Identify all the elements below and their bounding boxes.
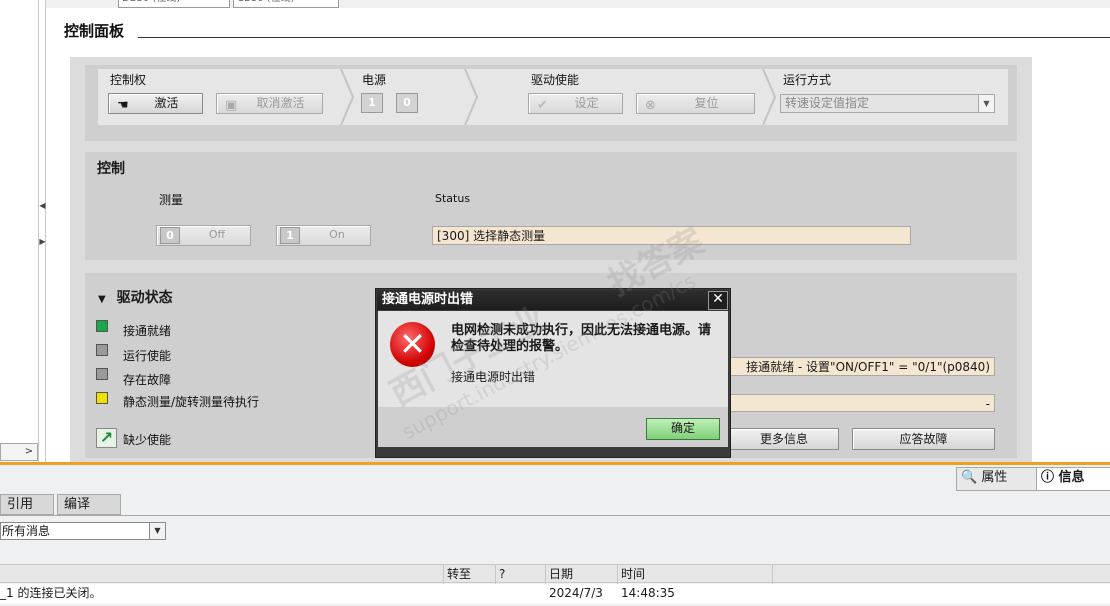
led-ready-to-switch-on bbox=[96, 320, 108, 332]
off-number: 0 bbox=[160, 227, 180, 244]
reset-label: 复位 bbox=[694, 96, 719, 110]
collapse-triangle-icon[interactable]: ▼ bbox=[98, 294, 106, 305]
measure-on-button[interactable]: 1 On bbox=[276, 225, 371, 246]
subtab-divider bbox=[0, 515, 1110, 516]
message-table-header: 转至 ? 日期 时间 bbox=[0, 564, 1110, 584]
tab-reference[interactable]: 引用 bbox=[0, 494, 54, 515]
power-off-button[interactable]: 0 bbox=[396, 93, 418, 113]
power-label: 电源 bbox=[362, 73, 387, 87]
arrow-up-right-icon[interactable]: ↗ bbox=[96, 428, 117, 448]
table-row[interactable]: _1 的连接已关闭。 2024/7/3 14:48:35 bbox=[0, 584, 1110, 604]
chevron-separator-1 bbox=[340, 69, 354, 125]
chevron-down-icon[interactable]: ▼ bbox=[149, 523, 165, 539]
dialog-bottom-edge bbox=[378, 447, 728, 456]
info-icon: ⓘ bbox=[1041, 470, 1055, 485]
row-message: _1 的连接已关闭。 bbox=[0, 586, 102, 600]
toolbar-field-1[interactable]: DB30 (在线) bbox=[118, 0, 230, 8]
power-on-button[interactable]: 1 bbox=[361, 93, 383, 113]
tab-info[interactable]: ⓘ 信息 bbox=[1036, 467, 1110, 491]
chevron-separator-2 bbox=[464, 69, 478, 125]
led-label-measurement: 静态测量/旋转测量待执行 bbox=[123, 395, 260, 409]
column-question[interactable]: ? bbox=[495, 565, 545, 584]
led-operation-enabled bbox=[96, 344, 108, 356]
reset-x-icon: ⊗ bbox=[645, 98, 656, 113]
activate-button[interactable]: ☚ 激活 bbox=[108, 93, 203, 114]
drive-enable-label: 驱动使能 bbox=[531, 73, 580, 87]
deactivate-label: 取消激活 bbox=[256, 96, 305, 110]
led-label-ready: 接通就绪 bbox=[123, 324, 172, 338]
measure-off-button[interactable]: 0 Off bbox=[156, 225, 251, 246]
dialog-detail: 接通电源时出错 bbox=[451, 370, 536, 384]
on-number: 1 bbox=[280, 227, 300, 244]
mode-label: 运行方式 bbox=[783, 73, 832, 87]
toolbar-field-2[interactable]: CB30 (在线) bbox=[233, 0, 339, 8]
top-toolbar: DB30 (在线) CB30 (在线) bbox=[0, 0, 1110, 8]
control-authority-label: 控制权 bbox=[110, 73, 147, 87]
page-title: 控制面板 bbox=[64, 22, 125, 40]
magnifier-icon: 🔍 bbox=[961, 470, 978, 485]
deactivate-button[interactable]: ▣ 取消激活 bbox=[216, 93, 323, 114]
mode-select[interactable]: 转速设定值指定 ▼ bbox=[780, 94, 995, 113]
message-filter-select[interactable]: 所有消息 ▼ bbox=[0, 522, 166, 540]
error-dialog: 接通电源时出错 ✕ ✕ 电网检测未成功执行，因此无法接通电源。请检查待处理的报警… bbox=[375, 288, 731, 458]
scroll-right-icon[interactable]: > bbox=[21, 444, 37, 460]
expand-right-icon[interactable]: ▶ bbox=[39, 235, 46, 249]
tab-compile[interactable]: 编译 bbox=[57, 494, 121, 515]
led-fault-present bbox=[96, 368, 108, 380]
column-time[interactable]: 时间 bbox=[617, 565, 772, 584]
horizontal-scrollbar[interactable]: > bbox=[0, 443, 38, 461]
ok-button[interactable]: 确定 bbox=[646, 418, 720, 440]
measure-label: 测量 bbox=[159, 193, 184, 207]
column-goto[interactable]: 转至 bbox=[443, 565, 495, 584]
set-label: 设定 bbox=[574, 96, 599, 110]
column-date[interactable]: 日期 bbox=[545, 565, 617, 584]
row-time: 14:48:35 bbox=[621, 586, 675, 600]
activate-label: 激活 bbox=[154, 96, 179, 110]
led-measurement-pending bbox=[96, 392, 108, 404]
column-empty bbox=[772, 565, 1110, 584]
off-label: Off bbox=[208, 228, 226, 241]
led-label-operation-enabled: 运行使能 bbox=[123, 349, 172, 363]
acknowledge-fault-button[interactable]: 应答故障 bbox=[852, 428, 995, 450]
more-info-button[interactable]: 更多信息 bbox=[729, 428, 839, 450]
status-label: Status bbox=[435, 192, 471, 205]
left-scroll-column: ◀ ▶ bbox=[0, 0, 46, 462]
close-icon[interactable]: ✕ bbox=[708, 291, 728, 310]
on-label: On bbox=[329, 228, 345, 241]
title-divider bbox=[138, 37, 1110, 38]
tab-properties[interactable]: 🔍 属性 bbox=[956, 467, 1040, 491]
dialog-footer: 确定 bbox=[378, 407, 728, 447]
filter-value: 所有消息 bbox=[2, 524, 51, 538]
collapse-left-icon[interactable]: ◀ bbox=[39, 199, 46, 213]
dialog-title: 接通电源时出错 bbox=[377, 290, 729, 310]
inspector-tabs: 🔍 属性 ⓘ 信息 bbox=[956, 467, 1110, 491]
drive-info-field: 接通就绪 - 设置"ON/OFF1" = "0/1"(p0840) bbox=[729, 357, 995, 376]
hand-icon: ☚ bbox=[117, 98, 129, 113]
chevron-down-icon[interactable]: ▼ bbox=[978, 95, 994, 112]
row-date: 2024/7/3 bbox=[549, 586, 603, 600]
reset-button[interactable]: ⊗ 复位 bbox=[636, 93, 755, 114]
status-field: [300] 选择静态测量 bbox=[432, 226, 911, 245]
error-icon: ✕ bbox=[390, 322, 435, 367]
drive-status-title[interactable]: ▼ 驱动状态 bbox=[98, 287, 173, 307]
set-button[interactable]: ✔ 设定 bbox=[528, 93, 623, 114]
drive-info-field-2: - bbox=[729, 394, 995, 412]
chevron-separator-3 bbox=[762, 69, 776, 125]
left-divider bbox=[38, 0, 39, 462]
dialog-message: 电网检测未成功执行，因此无法接通电源。请检查待处理的报警。 bbox=[451, 323, 712, 354]
control-section-title: 控制 bbox=[97, 161, 125, 177]
dialog-body: ✕ 电网检测未成功执行，因此无法接通电源。请检查待处理的报警。 接通电源时出错 bbox=[378, 311, 728, 407]
led-label-fault: 存在故障 bbox=[123, 373, 172, 387]
check-icon: ✔ bbox=[537, 98, 548, 113]
missing-enable-label: 缺少使能 bbox=[123, 433, 172, 447]
deactivate-icon: ▣ bbox=[225, 98, 238, 113]
mode-value: 转速设定值指定 bbox=[785, 96, 870, 110]
